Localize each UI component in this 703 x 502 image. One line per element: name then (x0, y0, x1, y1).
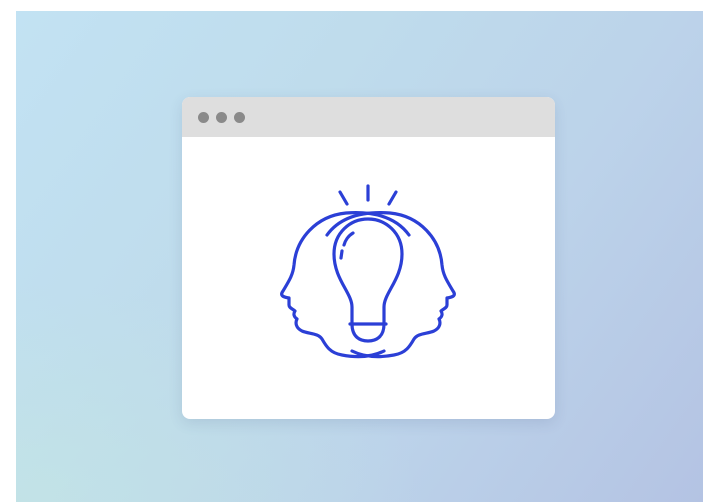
window-control-dot[interactable] (234, 112, 245, 123)
bulb-glare-dot (339, 249, 344, 260)
bulb-base (350, 322, 386, 343)
window-content (182, 137, 555, 419)
right-head-profile (325, 211, 456, 359)
bulb-glare (342, 231, 355, 247)
light-ray (338, 190, 349, 206)
window-titlebar (182, 97, 555, 137)
browser-window (182, 97, 555, 419)
left-head-profile (280, 211, 411, 359)
lightbulb-outline (332, 217, 404, 326)
light-ray (387, 190, 398, 206)
window-control-dot[interactable] (216, 112, 227, 123)
gradient-background (16, 11, 703, 502)
window-control-dot[interactable] (198, 112, 209, 123)
two-heads-lightbulb-icon (280, 184, 456, 359)
